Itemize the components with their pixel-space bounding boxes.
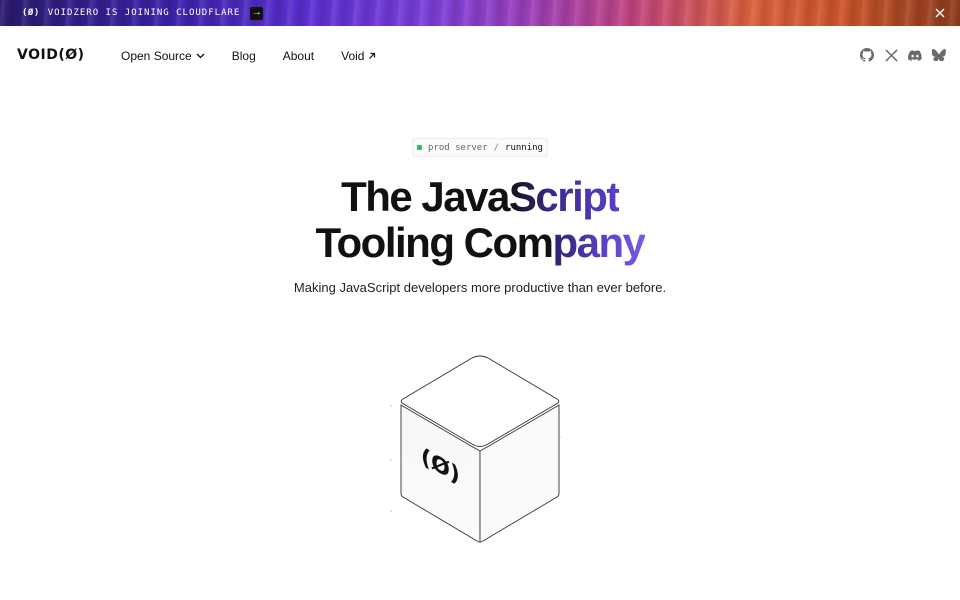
social-links — [860, 48, 946, 62]
nav-item-void[interactable]: Void — [341, 49, 376, 63]
hero-title: The JavaScript Tooling Company — [0, 174, 960, 266]
github-icon[interactable] — [860, 48, 874, 62]
status-label: prod server — [428, 142, 488, 153]
banner-logo: (Ø) — [22, 8, 40, 18]
nav-item-blog[interactable]: Blog — [232, 49, 256, 63]
nav-item-open-source[interactable]: Open Source — [121, 49, 205, 63]
discord-icon[interactable] — [908, 48, 922, 62]
hero-title-accent: pany — [552, 219, 646, 266]
nav-item-label: Void — [341, 49, 365, 63]
hero-title-line-2: Tooling Company — [0, 220, 960, 266]
site-logo[interactable]: VOID(Ø) — [17, 47, 85, 63]
banner-text: VOIDZERO IS JOINING CLOUDFLARE — [47, 8, 241, 18]
hero-title-plain: The Java — [341, 173, 510, 220]
status-value: running — [505, 142, 543, 153]
bluesky-icon[interactable] — [932, 48, 946, 62]
nav-item-label: About — [282, 49, 315, 63]
hero-title-plain: Tooling Com — [315, 219, 554, 266]
hero-title-accent: Script — [508, 173, 621, 220]
arrow-up-right-icon — [369, 52, 376, 59]
x-icon[interactable] — [884, 48, 898, 62]
nav-item-label: Open Source — [121, 49, 192, 63]
status-indicator — [417, 145, 423, 150]
chevron-down-icon — [196, 53, 205, 59]
cube-illustration: (Ø) — [385, 350, 575, 550]
main-nav: Open Source Blog About Void — [121, 26, 403, 86]
status-separator: / — [493, 142, 500, 153]
site-header: VOID(Ø) Open Source Blog About Void — [0, 26, 960, 86]
hero-subtitle: Making JavaScript developers more produc… — [293, 280, 667, 295]
announcement-banner[interactable]: (Ø) VOIDZERO IS JOINING CLOUDFLARE → — [0, 0, 960, 26]
status-badge: prod server / running — [412, 138, 548, 157]
nav-item-label: Blog — [231, 49, 256, 63]
announcement-link[interactable]: (Ø) VOIDZERO IS JOINING CLOUDFLARE → — [22, 0, 264, 26]
arrow-right-icon[interactable]: → — [250, 6, 264, 20]
nav-item-about[interactable]: About — [283, 49, 314, 63]
hero-title-line-1: The JavaScript — [0, 174, 960, 220]
close-icon[interactable] — [932, 5, 948, 21]
